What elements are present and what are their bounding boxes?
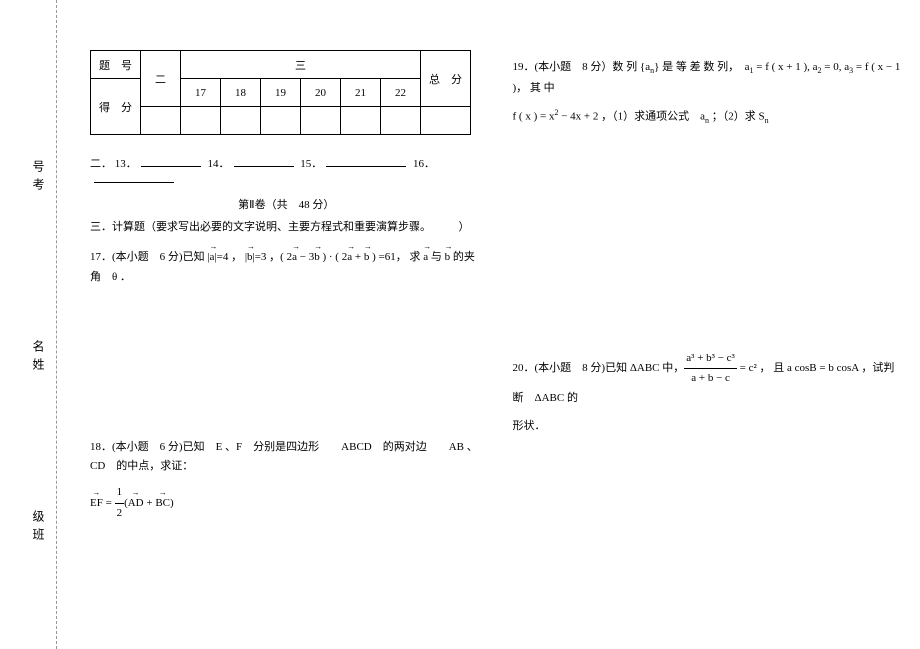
p20-a: 20．(本小题 8 分)已知 ΔABC 中，: [513, 362, 685, 374]
vector-ef: EF: [90, 494, 103, 514]
table-row: 题 号 二 三 总 分: [91, 51, 471, 79]
vector-a: a: [423, 248, 428, 268]
q14-label: 14．: [208, 158, 230, 170]
p17-m5: +: [352, 251, 364, 263]
vector-a: a: [347, 248, 352, 268]
fraction-p20: a³ + b³ − c³a + b − c: [684, 349, 737, 390]
p19-c: = f ( x + 1 ), a: [754, 61, 818, 73]
p18-plus: +: [144, 497, 156, 509]
vector-ad: AD: [128, 494, 144, 514]
cell-blank: [221, 107, 261, 135]
section-two-fill: 二． 13． 14． 15． 16．: [90, 155, 483, 186]
p19-l2c: ；（2）求 S: [709, 111, 765, 123]
q16-label: 16．: [413, 158, 435, 170]
right-column: 19．(本小题 8 分）数 列 {an} 是 等 差 数 列， a1 = f (…: [498, 0, 920, 649]
p19-d: = 0, a: [822, 61, 850, 73]
binding-name: 名姓: [30, 340, 47, 376]
section-three-heading: 三．计算题（要求写出必要的文字说明、主要方程式和重要演算步骤。 ）: [90, 218, 483, 234]
cell-blank: [341, 107, 381, 135]
cell-blank: [421, 107, 471, 135]
p17-m7: 与: [428, 251, 445, 263]
cell-col-three: 三: [181, 51, 421, 79]
vector-b: b: [445, 248, 451, 268]
p19-sub-sn: n: [765, 116, 769, 125]
vector-bc: BC: [155, 494, 170, 514]
q13-label: 13．: [115, 158, 137, 170]
binding-class: 级班: [30, 510, 47, 546]
p20-line2: 形状．: [513, 417, 906, 437]
page-content: 题 号 二 三 总 分 得 分 17 18 19 20 21 22: [75, 0, 920, 649]
p17-m2: |=3 ，( 2: [253, 251, 293, 263]
p17-m6: ) =61， 求: [369, 251, 423, 263]
table-row: [91, 107, 471, 135]
cell-label-no: 题 号: [91, 51, 141, 79]
binding-exam-no: 号考: [30, 160, 47, 196]
cell-blank: [381, 107, 421, 135]
p19-l2b: − 4x + 2 ，（1）求通项公式 a: [558, 111, 705, 123]
binding-margin: 号考 名姓 级班: [0, 0, 60, 649]
p19-l2a: f ( x ) = x: [513, 111, 555, 123]
blank-16: [94, 171, 174, 183]
problem-19: 19．(本小题 8 分）数 列 {an} 是 等 差 数 列， a1 = f (…: [513, 58, 906, 129]
p18-eq: =: [103, 497, 115, 509]
q15-label: 15．: [300, 158, 322, 170]
p18-rp: ): [170, 497, 174, 509]
binding-dashed-line: [56, 0, 57, 649]
section-two-prefix: 二．: [90, 158, 112, 170]
frac-num: 1: [115, 483, 125, 504]
cell-num: 18: [221, 79, 261, 107]
paper-info: 第Ⅱ卷（共 48 分）: [90, 196, 483, 212]
cell-num: 20: [301, 79, 341, 107]
vector-b: b: [364, 248, 370, 268]
cell-num: 21: [341, 79, 381, 107]
cell-num: 22: [381, 79, 421, 107]
problem-20: 20．(本小题 8 分)已知 ΔABC 中，a³ + b³ − c³a + b …: [513, 349, 906, 437]
cell-blank: [301, 107, 341, 135]
cell-blank: [261, 107, 301, 135]
cell-label-score: 得 分: [91, 79, 141, 135]
p17-m4: ) · ( 2: [320, 251, 348, 263]
vector-a: a: [292, 248, 297, 268]
vector-a: a: [210, 248, 215, 268]
score-table: 题 号 二 三 总 分 得 分 17 18 19 20 21 22: [90, 50, 471, 135]
vector-b: b: [314, 248, 320, 268]
blank-14: [234, 155, 294, 167]
cell-num: 17: [181, 79, 221, 107]
p17-m3: − 3: [297, 251, 314, 263]
blank-15: [326, 155, 406, 167]
cell-blank: [141, 107, 181, 135]
problem-17: 17．(本小题 6 分)已知 |a|=4 ， |b|=3 ，( 2a − 3b …: [90, 248, 483, 288]
cell-num: 19: [261, 79, 301, 107]
frac-den: a + b − c: [684, 369, 737, 389]
problem-18: 18．(本小题 6 分)已知 E 、F 分别是四边形 ABCD 的两对边 AB …: [90, 438, 483, 524]
vector-b: b: [247, 248, 253, 268]
p17-m1: |=4 ， |: [214, 251, 247, 263]
frac-num: a³ + b³ − c³: [684, 349, 737, 370]
blank-13: [141, 155, 201, 167]
cell-total: 总 分: [421, 51, 471, 107]
p19-a: 19．(本小题 8 分）数 列 {a: [513, 61, 651, 73]
p18-line1: 18．(本小题 6 分)已知 E 、F 分别是四边形 ABCD 的两对边 AB …: [90, 438, 483, 478]
p17-head: 17．(本小题 6 分)已知 |: [90, 251, 210, 263]
cell-blank: [181, 107, 221, 135]
frac-den: 2: [115, 504, 125, 524]
p19-b: } 是 等 差 数 列， a: [654, 61, 749, 73]
fraction-half: 12: [115, 483, 125, 524]
cell-col-two: 二: [141, 51, 181, 107]
left-column: 题 号 二 三 总 分 得 分 17 18 19 20 21 22: [75, 0, 498, 649]
